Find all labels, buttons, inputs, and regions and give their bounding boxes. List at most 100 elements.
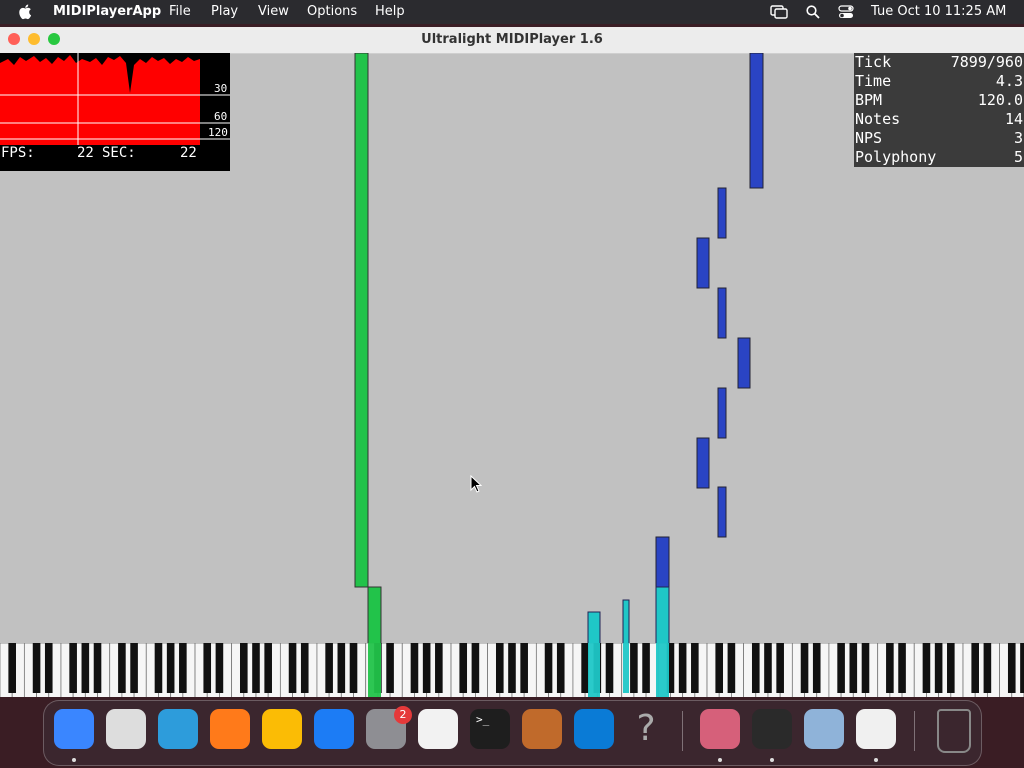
stat-value: 5 — [1013, 148, 1023, 166]
piano-keyboard[interactable] — [0, 643, 1024, 697]
black-key[interactable] — [934, 643, 943, 693]
black-key[interactable] — [459, 643, 468, 693]
note-blue — [749, 53, 764, 189]
black-key[interactable] — [800, 643, 809, 693]
menu-view[interactable]: View — [258, 4, 289, 19]
black-key[interactable] — [605, 643, 614, 693]
black-key[interactable] — [776, 643, 784, 693]
black-key[interactable] — [886, 643, 894, 693]
menu-options[interactable]: Options — [307, 4, 357, 19]
black-key[interactable] — [44, 643, 53, 693]
screen-mirroring-icon[interactable] — [770, 5, 788, 19]
black-key[interactable] — [410, 643, 419, 693]
black-key[interactable] — [556, 643, 565, 693]
black-key[interactable] — [971, 643, 979, 693]
stat-row-tick: Tick 7899/960 — [854, 53, 1024, 72]
black-key[interactable] — [81, 643, 90, 693]
black-key[interactable] — [983, 643, 992, 693]
black-key[interactable] — [630, 643, 638, 693]
stat-label: Polyphony — [855, 148, 937, 166]
stat-value: 7899/960 — [950, 53, 1023, 71]
black-key[interactable] — [642, 643, 650, 693]
black-key[interactable] — [179, 643, 187, 693]
black-key[interactable] — [69, 643, 77, 693]
black-key[interactable] — [166, 643, 175, 693]
help-question-icon[interactable]: ? — [626, 709, 666, 749]
black-key[interactable] — [349, 643, 358, 693]
chrome-icon[interactable] — [262, 709, 302, 749]
black-key[interactable] — [93, 643, 102, 693]
finder-icon[interactable] — [54, 709, 94, 749]
safari-icon[interactable] — [158, 709, 198, 749]
black-key[interactable] — [337, 643, 346, 693]
midi-player-icon[interactable] — [752, 709, 792, 749]
launchpad-icon[interactable] — [106, 709, 146, 749]
search-icon[interactable] — [806, 5, 820, 19]
black-key[interactable] — [861, 643, 870, 693]
menu-help[interactable]: Help — [375, 4, 405, 19]
textedit-icon[interactable] — [418, 709, 458, 749]
black-key[interactable] — [264, 643, 272, 693]
control-center-icon[interactable] — [838, 5, 854, 19]
black-key[interactable] — [203, 643, 212, 693]
garageband-icon[interactable] — [522, 709, 562, 749]
black-key[interactable] — [1007, 643, 1016, 693]
menu-file[interactable]: File — [169, 4, 191, 19]
running-indicator — [770, 758, 774, 762]
black-key[interactable] — [520, 643, 528, 693]
app-menu[interactable]: MIDIPlayerApp — [53, 4, 161, 19]
stat-value: 3 — [1013, 129, 1023, 147]
black-key[interactable] — [837, 643, 845, 693]
black-key[interactable] — [678, 643, 687, 693]
black-key[interactable] — [32, 643, 41, 693]
java-icon[interactable] — [856, 709, 896, 749]
pink-app-icon[interactable] — [700, 709, 740, 749]
black-key[interactable] — [812, 643, 821, 693]
black-key[interactable] — [544, 643, 553, 693]
black-key[interactable] — [727, 643, 736, 693]
preview-icon[interactable] — [804, 709, 844, 749]
piano-roll-canvas[interactable]: 30 60 120 FPS: 22 SEC: 22 Tick 7899/960 Time… — [0, 53, 1024, 697]
black-key[interactable] — [751, 643, 760, 693]
black-key[interactable] — [581, 643, 589, 693]
black-key[interactable] — [471, 643, 480, 693]
fps-overlay: 30 60 120 FPS: 22 SEC: 22 — [0, 53, 230, 171]
black-key[interactable] — [288, 643, 297, 693]
trash-icon[interactable] — [937, 709, 971, 753]
app-store-icon[interactable] — [314, 709, 354, 749]
black-key[interactable] — [422, 643, 431, 693]
clock[interactable]: Tue Oct 10 11:25 AM — [871, 4, 1006, 19]
black-key[interactable] — [947, 643, 955, 693]
black-key[interactable] — [325, 643, 333, 693]
running-indicator — [718, 758, 722, 762]
graph-label-120: 120 — [208, 126, 228, 139]
dock-separator — [682, 711, 683, 751]
black-key[interactable] — [764, 643, 772, 693]
black-key[interactable] — [435, 643, 443, 693]
black-key[interactable] — [130, 643, 138, 693]
stats-panel: Tick 7899/960 Time 4.3 BPM 120.0 Notes 14 NP… — [854, 53, 1024, 167]
black-key[interactable] — [252, 643, 260, 693]
firefox-icon[interactable] — [210, 709, 250, 749]
black-key[interactable] — [508, 643, 516, 693]
black-key[interactable] — [240, 643, 248, 693]
black-key[interactable] — [1020, 643, 1024, 693]
black-key[interactable] — [118, 643, 126, 693]
black-key[interactable] — [300, 643, 309, 693]
black-key[interactable] — [154, 643, 163, 693]
black-key[interactable] — [215, 643, 224, 693]
apple-logo-icon[interactable] — [18, 3, 34, 20]
menu-play[interactable]: Play — [211, 4, 238, 19]
black-key[interactable] — [849, 643, 858, 693]
black-key[interactable] — [691, 643, 699, 693]
vscode-icon[interactable] — [574, 709, 614, 749]
black-key[interactable] — [386, 643, 394, 693]
black-key[interactable] — [898, 643, 906, 693]
black-key[interactable] — [922, 643, 931, 693]
black-key[interactable] — [495, 643, 504, 693]
fps-label: FPS: — [1, 145, 35, 161]
black-key[interactable] — [8, 643, 16, 693]
terminal-icon[interactable]: >_ — [470, 709, 510, 749]
black-key[interactable] — [715, 643, 724, 693]
window-title: Ultralight MIDIPlayer 1.6 — [421, 32, 603, 47]
